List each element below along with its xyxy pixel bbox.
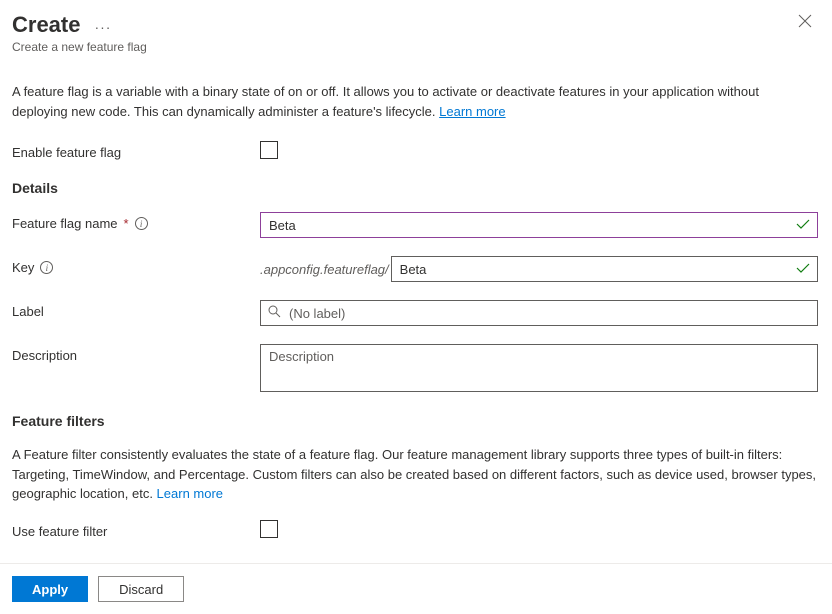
info-icon[interactable]: i bbox=[135, 217, 148, 230]
name-input[interactable] bbox=[260, 212, 818, 238]
key-label: Key bbox=[12, 260, 34, 275]
info-icon[interactable]: i bbox=[40, 261, 53, 274]
intro-body: A feature flag is a variable with a bina… bbox=[12, 84, 759, 119]
description-label: Description bbox=[12, 344, 260, 363]
use-filter-checkbox[interactable] bbox=[260, 520, 278, 538]
enable-flag-label: Enable feature flag bbox=[12, 141, 260, 160]
key-input[interactable] bbox=[391, 256, 818, 282]
footer-bar: Apply Discard bbox=[0, 563, 832, 614]
page-title: Create bbox=[12, 12, 80, 38]
apply-button[interactable]: Apply bbox=[12, 576, 88, 602]
intro-learn-more-link[interactable]: Learn more bbox=[439, 104, 505, 119]
filters-body: A Feature filter consistently evaluates … bbox=[12, 447, 816, 501]
filters-learn-more-link[interactable]: Learn more bbox=[157, 486, 223, 501]
close-icon[interactable] bbox=[792, 12, 818, 34]
filters-description: A Feature filter consistently evaluates … bbox=[12, 445, 818, 504]
label-input[interactable] bbox=[260, 300, 818, 326]
intro-text: A feature flag is a variable with a bina… bbox=[12, 82, 818, 121]
filters-heading: Feature filters bbox=[12, 413, 818, 429]
details-heading: Details bbox=[12, 180, 818, 196]
discard-button[interactable]: Discard bbox=[98, 576, 184, 602]
page-subtitle: Create a new feature flag bbox=[12, 40, 818, 54]
key-prefix: .appconfig.featureflag/ bbox=[260, 262, 391, 277]
label-label: Label bbox=[12, 300, 260, 319]
required-indicator: * bbox=[124, 216, 129, 231]
use-filter-label: Use feature filter bbox=[12, 520, 260, 539]
enable-flag-checkbox[interactable] bbox=[260, 141, 278, 159]
name-label: Feature flag name bbox=[12, 216, 118, 231]
more-icon[interactable]: ··· bbox=[94, 19, 111, 35]
description-input[interactable] bbox=[260, 344, 818, 392]
